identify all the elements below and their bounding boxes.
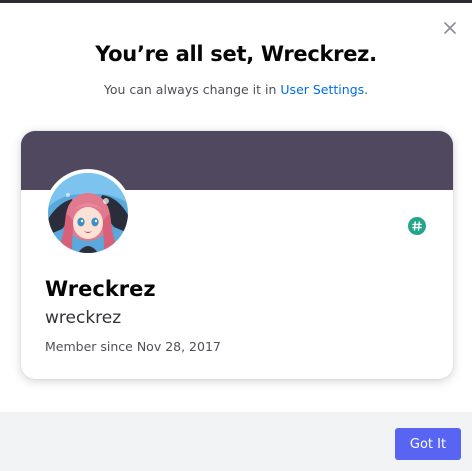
avatar (48, 173, 128, 253)
user-settings-link[interactable]: User Settings (280, 82, 364, 97)
got-it-button[interactable]: Got It (395, 428, 461, 460)
window-top-border (0, 0, 472, 3)
display-name: Wreckrez (45, 277, 156, 301)
username: wreckrez (45, 308, 122, 328)
subtitle-period: . (364, 82, 369, 97)
modal-footer: Got It (0, 412, 472, 471)
avatar-frame (44, 169, 132, 257)
profile-card: Wreckrez wreckrez Member since Nov 28, 2… (21, 131, 453, 379)
modal-title: You’re all set, Wreckrez. (95, 42, 377, 66)
close-icon (444, 22, 456, 34)
subtitle-text: You can always change it in (103, 82, 281, 97)
modal-subtitle: You can always change it in User Setting… (0, 82, 472, 97)
avatar-image (48, 173, 128, 253)
profile-badge[interactable] (408, 217, 426, 235)
hash-icon (412, 221, 422, 231)
close-button[interactable] (440, 18, 460, 38)
profile-setup-modal: You’re all set, Wreckrez. You can always… (0, 0, 472, 471)
member-since: Member since Nov 28, 2017 (45, 339, 221, 354)
